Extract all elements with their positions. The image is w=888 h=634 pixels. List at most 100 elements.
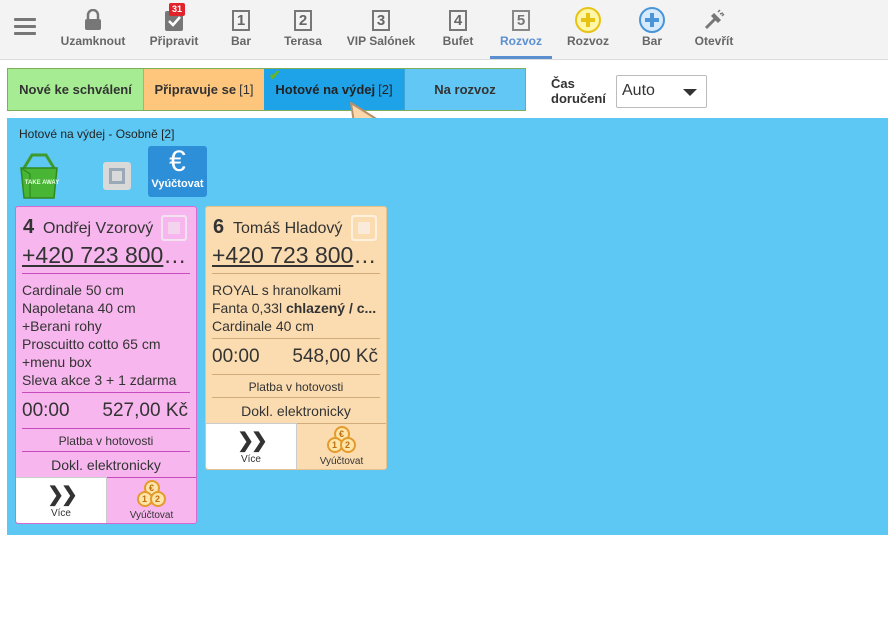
order-item: +Berani rohy bbox=[22, 318, 102, 334]
lock-icon bbox=[56, 6, 130, 34]
tab-label: Na rozvoz bbox=[434, 82, 496, 97]
toolbar-add-rozvoz-button[interactable]: Rozvoz bbox=[562, 6, 614, 58]
toolbar-label: Terasa bbox=[284, 34, 322, 48]
order-item: ROYAL s hranolkami bbox=[212, 282, 342, 298]
tab-count: [2] bbox=[378, 82, 393, 97]
toolbar-lock-button[interactable]: Uzamknout bbox=[56, 6, 130, 58]
order-number: 4 bbox=[23, 216, 35, 238]
divider bbox=[212, 397, 380, 398]
bill-order-button[interactable]: € 1 2 Vyúčtovat bbox=[297, 423, 386, 469]
more-button[interactable]: ❯❯ Více bbox=[206, 423, 297, 469]
delivery-time-select[interactable]: Auto bbox=[616, 75, 707, 108]
tab-label: Hotové na výdej bbox=[275, 82, 376, 97]
bill-order-label: Vyúčtovat bbox=[319, 456, 364, 467]
tab-new-for-approval[interactable]: Nové ke schválení bbox=[8, 69, 143, 110]
tab-preparing[interactable]: Připravuje se [1] bbox=[143, 69, 264, 110]
toolbar-add-bar-button[interactable]: Bar bbox=[632, 6, 672, 58]
customer-name: Tomáš Hladový bbox=[233, 220, 343, 237]
toolbar-label: VIP Salónek bbox=[346, 34, 416, 48]
toolbar-terasa-button[interactable]: 2 Terasa bbox=[280, 6, 326, 58]
payment-method: Platba v hotovosti bbox=[58, 434, 154, 448]
order-actions: ❯❯ Více € 1 2 Vyúčtovat bbox=[206, 423, 386, 469]
status-tabs: Nové ke schválení Připravuje se [1] ✔ Ho… bbox=[7, 67, 526, 111]
order-item: Napoletana 40 cm bbox=[22, 300, 136, 316]
bill-order-button[interactable]: € 1 2 Vyúčtovat bbox=[107, 477, 196, 523]
bill-all-label: Vyúčtovat bbox=[151, 178, 204, 190]
order-item: Sleva akce 3 + 1 zdarma bbox=[22, 372, 177, 388]
toolbar-label: Bufet bbox=[442, 34, 474, 48]
divider bbox=[22, 451, 190, 452]
open-icon bbox=[690, 6, 738, 34]
divider bbox=[212, 338, 380, 339]
caret-down-icon bbox=[683, 89, 697, 96]
tab-for-delivery[interactable]: Na rozvoz bbox=[404, 69, 525, 110]
document-type: Dokl. elektronicky bbox=[51, 457, 161, 473]
order-item: Proscuitto cotto 65 cm bbox=[22, 336, 161, 352]
panel-title: Hotové na výdej - Osobně [2] bbox=[19, 127, 175, 141]
order-select-checkbox[interactable] bbox=[351, 215, 377, 241]
number-box-icon: 2 bbox=[294, 9, 312, 31]
order-item: Cardinale 40 cm bbox=[212, 318, 314, 334]
number-box-icon: 5 bbox=[512, 9, 530, 31]
order-number: 6 bbox=[213, 216, 225, 238]
toolbar-label: Bar bbox=[230, 34, 251, 48]
toolbar-label: Uzamknout bbox=[60, 34, 126, 48]
toolbar-vip-button[interactable]: 3 VIP Salónek bbox=[343, 6, 419, 58]
menu-icon[interactable] bbox=[14, 18, 36, 36]
delivery-time-label-line: doručení bbox=[551, 91, 606, 106]
toolbar-bar-button[interactable]: 1 Bar bbox=[222, 6, 260, 58]
prepare-count-badge: 31 bbox=[169, 3, 186, 16]
tab-label: Nové ke schválení bbox=[19, 82, 132, 97]
more-label: Více bbox=[50, 508, 71, 519]
customer-phone-link[interactable]: +420 723 800 000 bbox=[212, 242, 380, 269]
coins-icon: € 1 2 bbox=[326, 426, 357, 456]
double-chevron-right-icon: ❯❯ bbox=[237, 430, 268, 452]
document-type: Dokl. elektronicky bbox=[241, 403, 351, 419]
plus-circle-icon bbox=[562, 6, 614, 34]
order-card[interactable]: 4 Ondřej Vzorový +420 723 800 000 Cardin… bbox=[15, 206, 197, 524]
bill-all-button[interactable]: € Vyúčtovat bbox=[148, 146, 207, 197]
double-chevron-right-icon: ❯❯ bbox=[47, 484, 78, 506]
customer-phone-link[interactable]: +420 723 800 000 bbox=[22, 242, 190, 269]
tab-label: Připravuje se bbox=[154, 82, 237, 97]
toolbar-rozvoz-tab[interactable]: 5 Rozvoz bbox=[490, 6, 552, 59]
toolbar-label: Bar bbox=[641, 34, 662, 48]
toolbar-label: Připravit bbox=[149, 34, 199, 48]
number-box-icon: 1 bbox=[232, 9, 250, 31]
order-item: +menu box bbox=[22, 354, 92, 370]
order-select-checkbox[interactable] bbox=[161, 215, 187, 241]
toolbar-open-button[interactable]: Otevřít bbox=[690, 6, 738, 58]
coins-icon: € 1 2 bbox=[136, 480, 167, 510]
delivery-time-label: Čas doručení bbox=[551, 76, 606, 106]
select-all-checkbox[interactable] bbox=[103, 162, 131, 190]
toolbar-bufet-button[interactable]: 4 Bufet bbox=[438, 6, 478, 58]
toolbar-label: Rozvoz bbox=[567, 34, 609, 48]
number-box-icon: 4 bbox=[449, 9, 467, 31]
divider bbox=[212, 374, 380, 375]
delivery-time-value: Auto bbox=[622, 82, 655, 99]
number-box-icon: 3 bbox=[372, 9, 390, 31]
divider bbox=[22, 428, 190, 429]
order-card[interactable]: 6 Tomáš Hladový +420 723 800 000 ROYAL s… bbox=[205, 206, 387, 470]
toolbar-label: Otevřít bbox=[694, 34, 734, 48]
more-button[interactable]: ❯❯ Více bbox=[16, 477, 107, 523]
order-price: 548,00 Kč bbox=[292, 346, 378, 367]
check-icon: ✔ bbox=[269, 67, 281, 83]
top-toolbar: Uzamknout 31 Připravit 1 Bar 2 Terasa 3 … bbox=[0, 0, 888, 60]
takeaway-text: TAKE AWAY bbox=[25, 180, 59, 186]
orders-panel: Hotové na výdej - Osobně [2] TAKE AWAY €… bbox=[7, 118, 888, 535]
takeaway-bag-icon: TAKE AWAY bbox=[18, 152, 60, 205]
plus-circle-icon bbox=[632, 6, 672, 34]
toolbar-label: Rozvoz bbox=[500, 34, 542, 48]
delivery-time-label-line: Čas bbox=[551, 76, 575, 91]
order-actions: ❯❯ Více € 1 2 Vyúčtovat bbox=[16, 477, 196, 523]
order-item: Fanta 0,33l chlazený / c... bbox=[212, 299, 380, 317]
customer-name: Ondřej Vzorový bbox=[43, 220, 154, 237]
order-item-text: Fanta 0,33l bbox=[212, 300, 286, 316]
divider bbox=[212, 273, 380, 274]
order-item: Cardinale 50 cm bbox=[22, 282, 124, 298]
divider bbox=[22, 392, 190, 393]
toolbar-prepare-button[interactable]: 31 Připravit bbox=[145, 3, 203, 58]
payment-method: Platba v hotovosti bbox=[248, 380, 344, 394]
order-time: 00:00 bbox=[212, 346, 260, 367]
